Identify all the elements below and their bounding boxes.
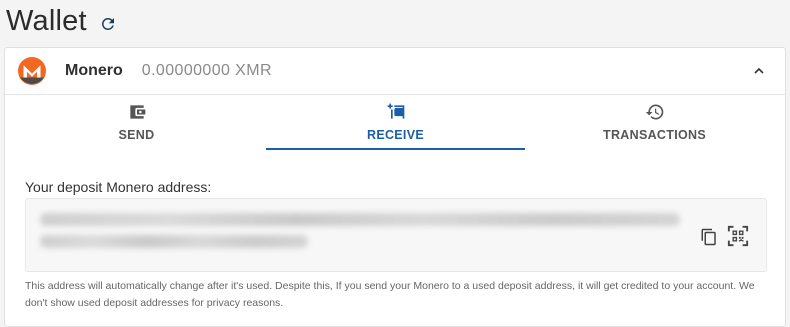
tab-transactions-label: TRANSACTIONS <box>603 128 706 142</box>
deposit-info-text: This address will automatically change a… <box>25 280 755 309</box>
coin-balance: 0.00000000 XMR <box>141 62 272 79</box>
refresh-icon[interactable] <box>99 15 117 33</box>
deposit-address-value-blurred[interactable] <box>40 213 680 259</box>
tab-transactions[interactable]: TRANSACTIONS <box>525 95 784 153</box>
deposit-address-box <box>25 198 767 272</box>
wallet-send-icon <box>127 102 147 122</box>
chevron-up-icon[interactable] <box>751 63 767 79</box>
wallet-receive-icon <box>386 102 406 122</box>
wallet-card: Monero 0.00000000 XMR SEND RECEIVE TRANS… <box>4 47 786 327</box>
deposit-address-label: Your deposit Monero address: <box>25 179 212 195</box>
wallet-card-header[interactable]: Monero 0.00000000 XMR <box>5 48 785 95</box>
history-icon <box>645 102 665 122</box>
coin-name: Monero <box>65 62 123 79</box>
tab-send-label: SEND <box>118 128 155 142</box>
tab-receive[interactable]: RECEIVE <box>266 95 525 153</box>
wallet-tabs: SEND RECEIVE TRANSACTIONS <box>5 95 785 153</box>
tab-receive-label: RECEIVE <box>367 128 424 142</box>
page-header: Wallet <box>6 2 117 40</box>
tab-send[interactable]: SEND <box>7 95 266 153</box>
monero-logo-icon <box>18 57 46 85</box>
qr-code-icon[interactable] <box>727 225 749 247</box>
copy-icon[interactable] <box>700 227 718 247</box>
active-tab-indicator <box>266 148 525 150</box>
page-title: Wallet <box>6 4 87 37</box>
